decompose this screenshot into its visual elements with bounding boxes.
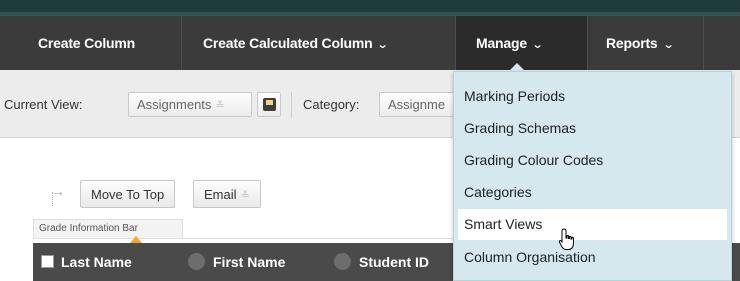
- category-select[interactable]: Assignme: [379, 92, 459, 117]
- toolbar-divider: [291, 92, 292, 118]
- menu-item-column-organisation[interactable]: Column Organisation: [458, 242, 727, 273]
- menu-separator: [587, 16, 588, 71]
- top-strip: [0, 0, 740, 15]
- menu-item-label: Grading Colour Codes: [464, 152, 604, 168]
- menu-item-marking-periods[interactable]: Marking Periods: [458, 81, 727, 112]
- menu-item-label: Marking Periods: [464, 88, 566, 104]
- grade-information-bar-label: Grade Information Bar: [39, 223, 138, 234]
- menu-item-label: Grading Schemas: [464, 120, 577, 136]
- create-column-button[interactable]: Create Column: [38, 16, 135, 71]
- column-header-last-name[interactable]: Last Name: [61, 243, 132, 281]
- menu-separator: [703, 16, 704, 71]
- move-to-top-button[interactable]: Move To Top: [80, 180, 176, 208]
- floppy-disk-icon: [263, 98, 276, 111]
- column-header-first-name[interactable]: First Name: [213, 243, 285, 281]
- save-view-button[interactable]: [257, 92, 281, 117]
- email-label: Email: [204, 187, 237, 202]
- current-view-value: Assignments: [137, 97, 212, 112]
- manage-menu-pointer: [509, 63, 525, 71]
- email-button[interactable]: Email ≚: [193, 180, 261, 208]
- menu-item-categories[interactable]: Categories: [458, 177, 727, 208]
- chevron-down-icon: ⌄: [377, 39, 389, 51]
- menu-item-label: Smart Views: [464, 216, 543, 232]
- sort-icon[interactable]: [334, 253, 351, 270]
- category-label: Category:: [303, 97, 360, 112]
- category-value: Assignme: [388, 97, 446, 112]
- manage-label: Manage: [476, 35, 527, 51]
- dropdown-arrow-icon: ≚: [240, 190, 250, 202]
- caret-up-icon: [130, 236, 142, 243]
- chevron-down-icon: ⌄: [531, 39, 544, 51]
- action-arrow-icon: →: [51, 183, 65, 199]
- sort-icon[interactable]: [188, 253, 205, 270]
- select-all-checkbox[interactable]: [41, 255, 54, 268]
- manage-dropdown-menu: Marking Periods Grading Schemas Grading …: [453, 71, 732, 281]
- create-column-label: Create Column: [38, 35, 135, 51]
- create-calculated-column-label: Create Calculated Column: [203, 35, 373, 51]
- action-menubar: Create Column Create Calculated Column ⌄ …: [0, 15, 740, 71]
- create-calculated-column-button[interactable]: Create Calculated Column ⌄: [203, 16, 389, 71]
- column-header-label: Last Name: [61, 254, 132, 270]
- menu-item-smart-views[interactable]: Smart Views: [458, 209, 727, 240]
- grade-information-bar[interactable]: Grade Information Bar: [33, 219, 183, 239]
- menu-item-grading-schemas[interactable]: Grading Schemas: [458, 113, 727, 144]
- current-view-label: Current View:: [4, 97, 83, 112]
- column-header-label: Student ID: [359, 254, 429, 270]
- current-view-select[interactable]: Assignments ≚: [128, 92, 252, 117]
- menu-item-label: Categories: [464, 184, 532, 200]
- column-header-label: First Name: [213, 254, 286, 270]
- grade-information-bar-line: [33, 238, 458, 239]
- reports-menu-button[interactable]: Reports ⌄: [606, 16, 674, 71]
- reports-label: Reports: [606, 35, 658, 51]
- action-arrow-stem: [52, 192, 53, 206]
- move-to-top-label: Move To Top: [91, 187, 165, 202]
- chevron-down-icon: ⌄: [662, 39, 674, 51]
- column-header-student-id[interactable]: Student ID: [359, 243, 429, 281]
- menu-item-grading-colour-codes[interactable]: Grading Colour Codes: [458, 145, 727, 176]
- hand-cursor-icon: [558, 228, 574, 250]
- menu-separator: [181, 16, 182, 71]
- dropdown-arrow-icon: ≚: [215, 100, 225, 112]
